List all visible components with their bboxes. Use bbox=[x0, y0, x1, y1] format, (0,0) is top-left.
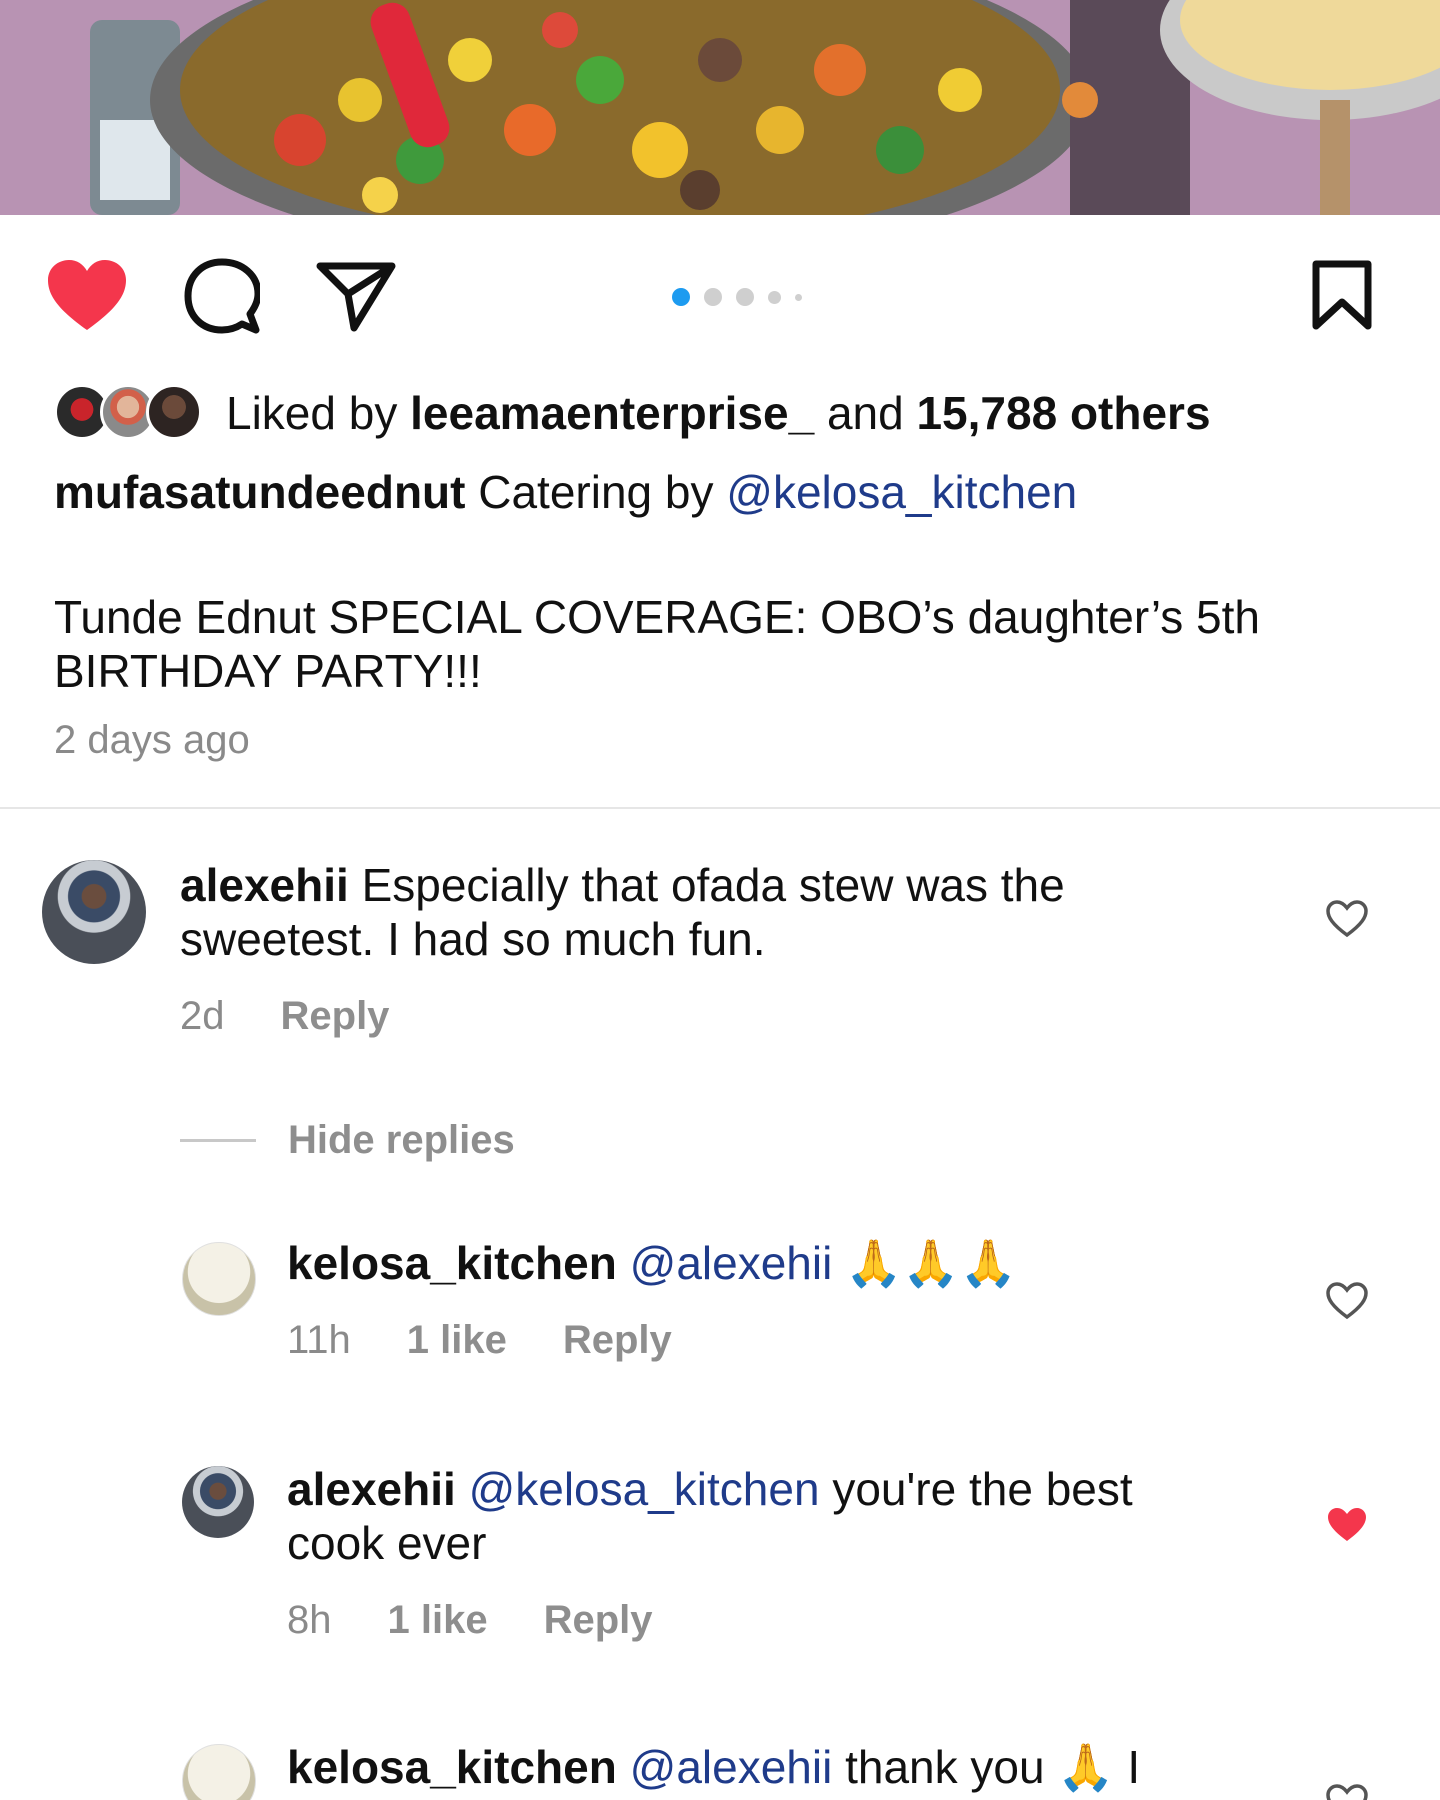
liked-by-username[interactable]: leeamaenterprise_ bbox=[410, 387, 814, 439]
reply-mention-link[interactable]: @alexehii bbox=[630, 1237, 833, 1289]
reply-liked-heart-icon[interactable] bbox=[1326, 1506, 1368, 1544]
avatar[interactable] bbox=[42, 860, 146, 964]
reply-likes-count[interactable]: 1 like bbox=[407, 1318, 507, 1363]
reply-mention-link[interactable]: @alexehii bbox=[630, 1741, 833, 1793]
carousel-dot bbox=[795, 293, 802, 301]
carousel-dot bbox=[768, 290, 781, 304]
comment-text: alexehii Especially that ofada stew was … bbox=[180, 858, 1120, 966]
avatar[interactable] bbox=[182, 1242, 256, 1316]
avatar[interactable] bbox=[182, 1466, 254, 1538]
liked-by-prefix: Liked by bbox=[226, 387, 398, 439]
comment-username[interactable]: alexehii bbox=[180, 859, 349, 911]
post-author[interactable]: mufasatundeednut bbox=[54, 466, 465, 518]
reply-item: kelosa_kitchen @alexehii 🙏🙏🙏 11h 1 like … bbox=[0, 1236, 1440, 1386]
reply-text: kelosa_kitchen @alexehii thank you 🙏 I bbox=[287, 1740, 1217, 1794]
avatar bbox=[146, 384, 202, 440]
hide-replies-toggle[interactable]: Hide replies bbox=[180, 1118, 515, 1163]
comment-icon[interactable] bbox=[184, 258, 260, 334]
post-timestamp: 2 days ago bbox=[54, 718, 250, 762]
caption-body: Tunde Ednut SPECIAL COVERAGE: OBO’s daug… bbox=[54, 591, 1260, 697]
reply-like-heart-icon[interactable] bbox=[1326, 1784, 1368, 1800]
reply-button[interactable]: Reply bbox=[544, 1598, 653, 1643]
carousel-indicator bbox=[672, 285, 802, 309]
comment-item: alexehii Especially that ofada stew was … bbox=[0, 858, 1440, 1058]
share-send-icon[interactable] bbox=[316, 260, 396, 332]
reply-item: alexehii @kelosa_kitchen you're the best… bbox=[0, 1462, 1440, 1662]
bookmark-icon[interactable] bbox=[1310, 260, 1374, 330]
liked-by-row[interactable]: Liked by leeamaenterprise_ and 15,788 ot… bbox=[54, 378, 1211, 448]
reply-meta: 8h 1 like Reply bbox=[287, 1598, 653, 1643]
reply-username[interactable]: kelosa_kitchen bbox=[287, 1741, 617, 1793]
reply-time: 8h bbox=[287, 1598, 332, 1642]
photo-illustration bbox=[0, 0, 1440, 215]
divider bbox=[0, 807, 1440, 809]
avatar[interactable] bbox=[182, 1744, 256, 1800]
comment-time: 2d bbox=[180, 994, 225, 1038]
carousel-dot bbox=[736, 288, 754, 306]
reply-text: kelosa_kitchen @alexehii 🙏🙏🙏 bbox=[287, 1236, 1147, 1290]
reply-body: thank you 🙏 I bbox=[845, 1741, 1141, 1793]
post-caption: mufasatundeednut Catering by @kelosa_kit… bbox=[54, 465, 1077, 519]
comment-meta: 2d Reply bbox=[180, 994, 389, 1039]
reply-button[interactable]: Reply bbox=[281, 994, 390, 1039]
caption-text: Catering by bbox=[478, 466, 714, 518]
reply-item: kelosa_kitchen @alexehii thank you 🙏 I bbox=[0, 1740, 1440, 1800]
reply-meta: 11h 1 like Reply bbox=[287, 1318, 672, 1363]
like-heart-icon[interactable] bbox=[46, 258, 128, 332]
reply-like-heart-icon[interactable] bbox=[1326, 1282, 1368, 1320]
reply-username[interactable]: kelosa_kitchen bbox=[287, 1237, 617, 1289]
caption-mention-link[interactable]: @kelosa_kitchen bbox=[726, 466, 1077, 518]
carousel-dot-active bbox=[672, 288, 690, 306]
hide-replies-line bbox=[180, 1139, 256, 1142]
liked-by-text: Liked by leeamaenterprise_ and 15,788 ot… bbox=[226, 386, 1211, 440]
carousel-dot bbox=[704, 288, 722, 306]
reply-username[interactable]: alexehii bbox=[287, 1463, 456, 1515]
likes-count[interactable]: 15,788 others bbox=[916, 387, 1210, 439]
reply-time: 11h bbox=[287, 1318, 351, 1362]
reply-text: alexehii @kelosa_kitchen you're the best… bbox=[287, 1462, 1217, 1570]
reply-mention-link[interactable]: @kelosa_kitchen bbox=[469, 1463, 820, 1515]
reply-button[interactable]: Reply bbox=[563, 1318, 672, 1363]
liked-by-avatars bbox=[54, 382, 204, 444]
post-photo[interactable] bbox=[0, 0, 1440, 215]
hide-replies-label: Hide replies bbox=[288, 1118, 515, 1162]
reply-likes-count[interactable]: 1 like bbox=[388, 1598, 488, 1643]
comment-like-heart-icon[interactable] bbox=[1326, 900, 1368, 938]
reply-body: 🙏🙏🙏 bbox=[845, 1237, 1017, 1289]
liked-by-and: and bbox=[826, 387, 904, 439]
